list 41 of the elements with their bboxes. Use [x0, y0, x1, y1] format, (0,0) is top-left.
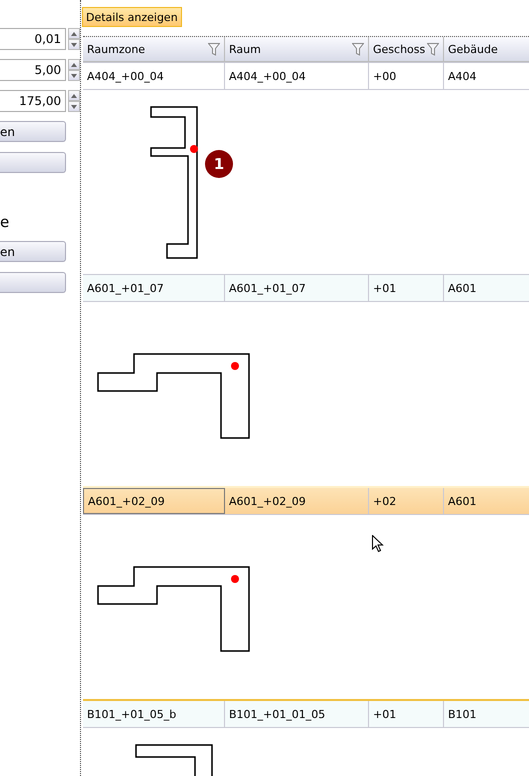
table-cell: A404_+00_04 [225, 63, 369, 89]
column-header[interactable]: Raumzone [83, 37, 225, 61]
details-button[interactable]: Details anzeigen [82, 7, 182, 27]
table-row[interactable]: A404_+00_04 A404_+00_04 +00 A404 [83, 62, 529, 90]
table-row[interactable]: B101_+01_05_b B101_+01_01_05 +01 B101 [83, 699, 529, 728]
table-cell: A601 [444, 488, 529, 514]
panel-button[interactable] [0, 152, 66, 173]
number-badge: 1 [205, 150, 233, 178]
table-cell: A601_+02_09 [83, 488, 225, 514]
table-row[interactable]: A601_+01_07 A601_+01_07 +01 A601 [83, 274, 529, 302]
spin-buttons[interactable] [68, 59, 80, 81]
table-cell: A601 [444, 275, 529, 301]
table-cell: A404 [444, 63, 529, 89]
spin-buttons[interactable] [68, 90, 80, 112]
table-cell: A601_+01_07 [83, 275, 225, 301]
number-field[interactable]: 175,00 [0, 90, 66, 112]
table-cell: B101_+01_01_05 [225, 701, 369, 727]
table-cell: +00 [369, 63, 444, 89]
column-header[interactable]: Geschoss [369, 37, 444, 61]
column-header[interactable]: Raum [225, 37, 369, 61]
table-cell: B101_+01_05_b [83, 701, 225, 727]
spin-buttons[interactable] [68, 28, 80, 50]
section-label: e [0, 213, 10, 233]
panel-button[interactable]: en [0, 241, 66, 262]
panel-button[interactable]: en [0, 121, 66, 142]
filter-icon[interactable] [352, 42, 364, 56]
table-cell: A601_+01_07 [225, 275, 369, 301]
table-row[interactable]: A601_+02_09 A601_+02_09 +02 A601 [83, 486, 529, 515]
table-cell: +01 [369, 701, 444, 727]
panel-button[interactable] [0, 272, 66, 293]
filter-icon[interactable] [208, 42, 220, 56]
mouse-pointer-icon [372, 535, 384, 553]
table-cell: A404_+00_04 [83, 63, 225, 89]
column-header[interactable]: Gebäude [444, 37, 529, 61]
number-field[interactable]: 5,00 [0, 59, 66, 81]
table-cell: A601_+02_09 [225, 488, 369, 514]
table-cell: B101 [444, 701, 529, 727]
table-cell: +01 [369, 275, 444, 301]
table-cell: +02 [369, 488, 444, 514]
filter-icon[interactable] [427, 42, 439, 56]
number-field[interactable]: 0,01 [0, 28, 66, 50]
